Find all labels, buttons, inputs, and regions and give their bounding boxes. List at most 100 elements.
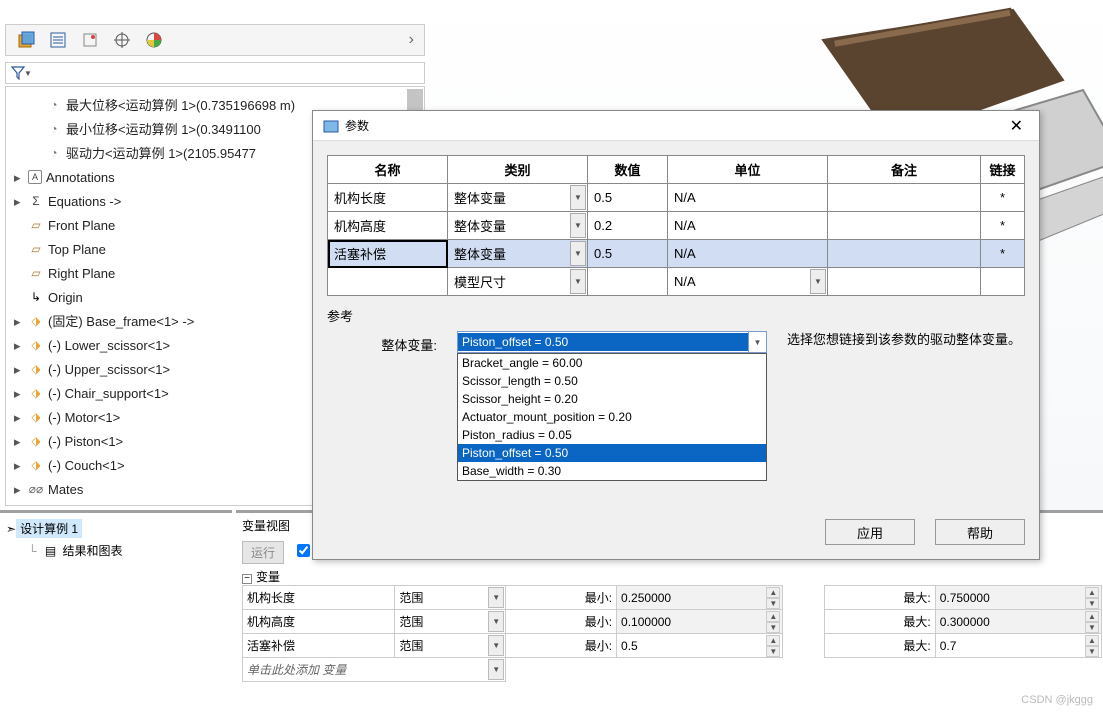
var-type-cell[interactable]: 范围▼ [395, 586, 506, 610]
design-study-results[interactable]: └▤结果和图表 [6, 542, 226, 559]
section-variables-label: 变量 [256, 570, 280, 584]
dialog-titlebar[interactable]: 参数 ✕ [313, 111, 1039, 141]
var-name-cell[interactable]: 机构高度 [243, 610, 395, 634]
dropdown-icon[interactable]: ▼ [488, 587, 504, 608]
design-study-root[interactable]: ➣设计算例 1 [6, 519, 226, 542]
col-category: 类别 [448, 156, 588, 184]
dropdown-icon[interactable]: ▼ [570, 241, 586, 266]
max-label: 最大: [824, 586, 935, 610]
dropdown-icon[interactable]: ▼ [570, 269, 586, 294]
max-label: 最大: [824, 634, 935, 658]
watermark: CSDN @jkggg [1021, 694, 1093, 706]
col-name: 名称 [328, 156, 448, 184]
combo-option[interactable]: Bracket_angle = 60.00 [458, 354, 766, 372]
dropdown-icon[interactable]: ▼ [570, 185, 586, 210]
max-label: 最大: [824, 610, 935, 634]
dialog-title-text: 参数 [345, 117, 369, 134]
max-input[interactable]: 0.300000▲▼ [935, 610, 1101, 634]
table-row[interactable]: 模型尺寸▼ N/A▼ [328, 268, 1025, 296]
part-icon: ⬗ [28, 361, 44, 377]
spinner-icon[interactable]: ▲▼ [766, 635, 780, 656]
dropdown-icon[interactable]: ▼ [810, 269, 826, 294]
combo-label: 整体变量: [327, 331, 437, 354]
combo-option[interactable]: Scissor_height = 0.20 [458, 390, 766, 408]
var-type-cell[interactable]: 范围▼ [395, 634, 506, 658]
table-row[interactable]: 机构长度 整体变量▼ 0.5 N/A * [328, 184, 1025, 212]
chevron-down-icon[interactable]: ▼ [748, 332, 766, 352]
collapse-toggle[interactable]: − [242, 574, 252, 584]
min-input[interactable]: 0.100000▲▼ [617, 610, 783, 634]
parameters-table: 名称 类别 数值 单位 备注 链接 机构长度 整体变量▼ 0.5 N/A * 机… [327, 155, 1025, 296]
variable-row: 活塞补偿 范围▼ 最小: 0.5▲▼ 最大: 0.7▲▼ [243, 634, 1102, 658]
tab-list-icon[interactable] [46, 28, 70, 52]
dialog-icon [323, 118, 339, 134]
col-value: 数值 [588, 156, 668, 184]
max-input[interactable]: 0.7▲▼ [935, 634, 1101, 658]
combo-selected-value: Piston_offset = 0.50 [458, 333, 748, 351]
add-variable-row[interactable]: 单击此处添加 变量▼ [243, 658, 1102, 682]
col-unit: 单位 [668, 156, 828, 184]
combo-option-selected[interactable]: Piston_offset = 0.50 [458, 444, 766, 462]
min-input[interactable]: 0.5▲▼ [617, 634, 783, 658]
min-input[interactable]: 0.250000▲▼ [617, 586, 783, 610]
filter-bar: ▼ [5, 62, 425, 84]
reference-label: 参考 [327, 306, 1025, 325]
parameters-dialog: 参数 ✕ 名称 类别 数值 单位 备注 链接 机构长度 整体变量▼ 0.5 N/… [312, 110, 1040, 560]
spinner-icon[interactable]: ▲▼ [1085, 635, 1099, 656]
var-name-cell[interactable]: 机构长度 [243, 586, 395, 610]
table-row[interactable]: 机构高度 整体变量▼ 0.2 N/A * [328, 212, 1025, 240]
dropdown-icon[interactable]: ▼ [488, 635, 504, 656]
combo-option[interactable]: Actuator_mount_position = 0.20 [458, 408, 766, 426]
tab-sketch-icon[interactable] [78, 28, 102, 52]
tab-more-arrow[interactable]: › [409, 31, 414, 49]
part-icon: ⬗ [28, 337, 44, 353]
var-type-cell[interactable]: 范围▼ [395, 610, 506, 634]
combo-option[interactable]: Base_width = 0.30 [458, 462, 766, 480]
part-icon: ⬗ [28, 457, 44, 473]
variables-table: 机构长度 范围▼ 最小: 0.250000▲▼ 最大: 0.750000▲▼ 机… [242, 585, 1102, 682]
var-name-cell[interactable]: 活塞补偿 [243, 634, 395, 658]
apply-button[interactable]: 应用 [825, 519, 915, 545]
max-input[interactable]: 0.750000▲▼ [935, 586, 1101, 610]
filter-dd[interactable]: ▼ [24, 69, 32, 78]
tab-target-icon[interactable] [110, 28, 134, 52]
spinner-icon[interactable]: ▲▼ [766, 587, 780, 608]
combo-option[interactable]: Piston_radius = 0.05 [458, 426, 766, 444]
col-remark: 备注 [828, 156, 981, 184]
tab-appearance-icon[interactable] [142, 28, 166, 52]
dropdown-icon[interactable]: ▼ [488, 659, 504, 680]
col-link: 链接 [981, 156, 1025, 184]
spinner-icon[interactable]: ▲▼ [1085, 587, 1099, 608]
combo-option[interactable]: Scissor_length = 0.50 [458, 372, 766, 390]
variable-row: 机构高度 范围▼ 最小: 0.100000▲▼ 最大: 0.300000▲▼ [243, 610, 1102, 634]
plane-icon: ▱ [28, 217, 44, 233]
origin-icon: ↳ [28, 289, 44, 305]
part-icon: ⬗ [28, 313, 44, 329]
min-label: 最小: [506, 586, 617, 610]
dropdown-icon[interactable]: ▼ [570, 213, 586, 238]
sensor-icon: ◔ [46, 97, 62, 113]
run-checkbox[interactable] [297, 544, 310, 557]
reference-help-text: 选择您想链接到该参数的驱动整体变量。 [787, 331, 1025, 349]
tab-cube-icon[interactable] [14, 28, 38, 52]
equations-icon: Σ [28, 193, 44, 209]
sensor-icon: ◔ [46, 121, 62, 137]
part-icon: ⬗ [28, 433, 44, 449]
plane-icon: ▱ [28, 241, 44, 257]
variable-view-tab[interactable]: 变量视图 [242, 517, 290, 534]
global-variable-combo[interactable]: Piston_offset = 0.50 ▼ [457, 331, 767, 353]
results-icon: ▤ [43, 543, 59, 559]
run-button[interactable]: 运行 [242, 541, 284, 564]
combo-dropdown-list: Bracket_angle = 60.00 Scissor_length = 0… [457, 353, 767, 481]
help-button[interactable]: 帮助 [935, 519, 1025, 545]
table-row-selected[interactable]: 活塞补偿 整体变量▼ 0.5 N/A * [328, 240, 1025, 268]
part-icon: ⬗ [28, 409, 44, 425]
spinner-icon[interactable]: ▲▼ [1085, 611, 1099, 632]
design-study-tree-panel: ➣设计算例 1 └▤结果和图表 [0, 510, 232, 710]
dropdown-icon[interactable]: ▼ [488, 611, 504, 632]
close-button[interactable]: ✕ [1004, 116, 1029, 136]
mates-icon: ⌀⌀ [28, 481, 44, 497]
feature-manager-tabs: › [5, 24, 425, 56]
min-label: 最小: [506, 610, 617, 634]
spinner-icon[interactable]: ▲▼ [766, 611, 780, 632]
